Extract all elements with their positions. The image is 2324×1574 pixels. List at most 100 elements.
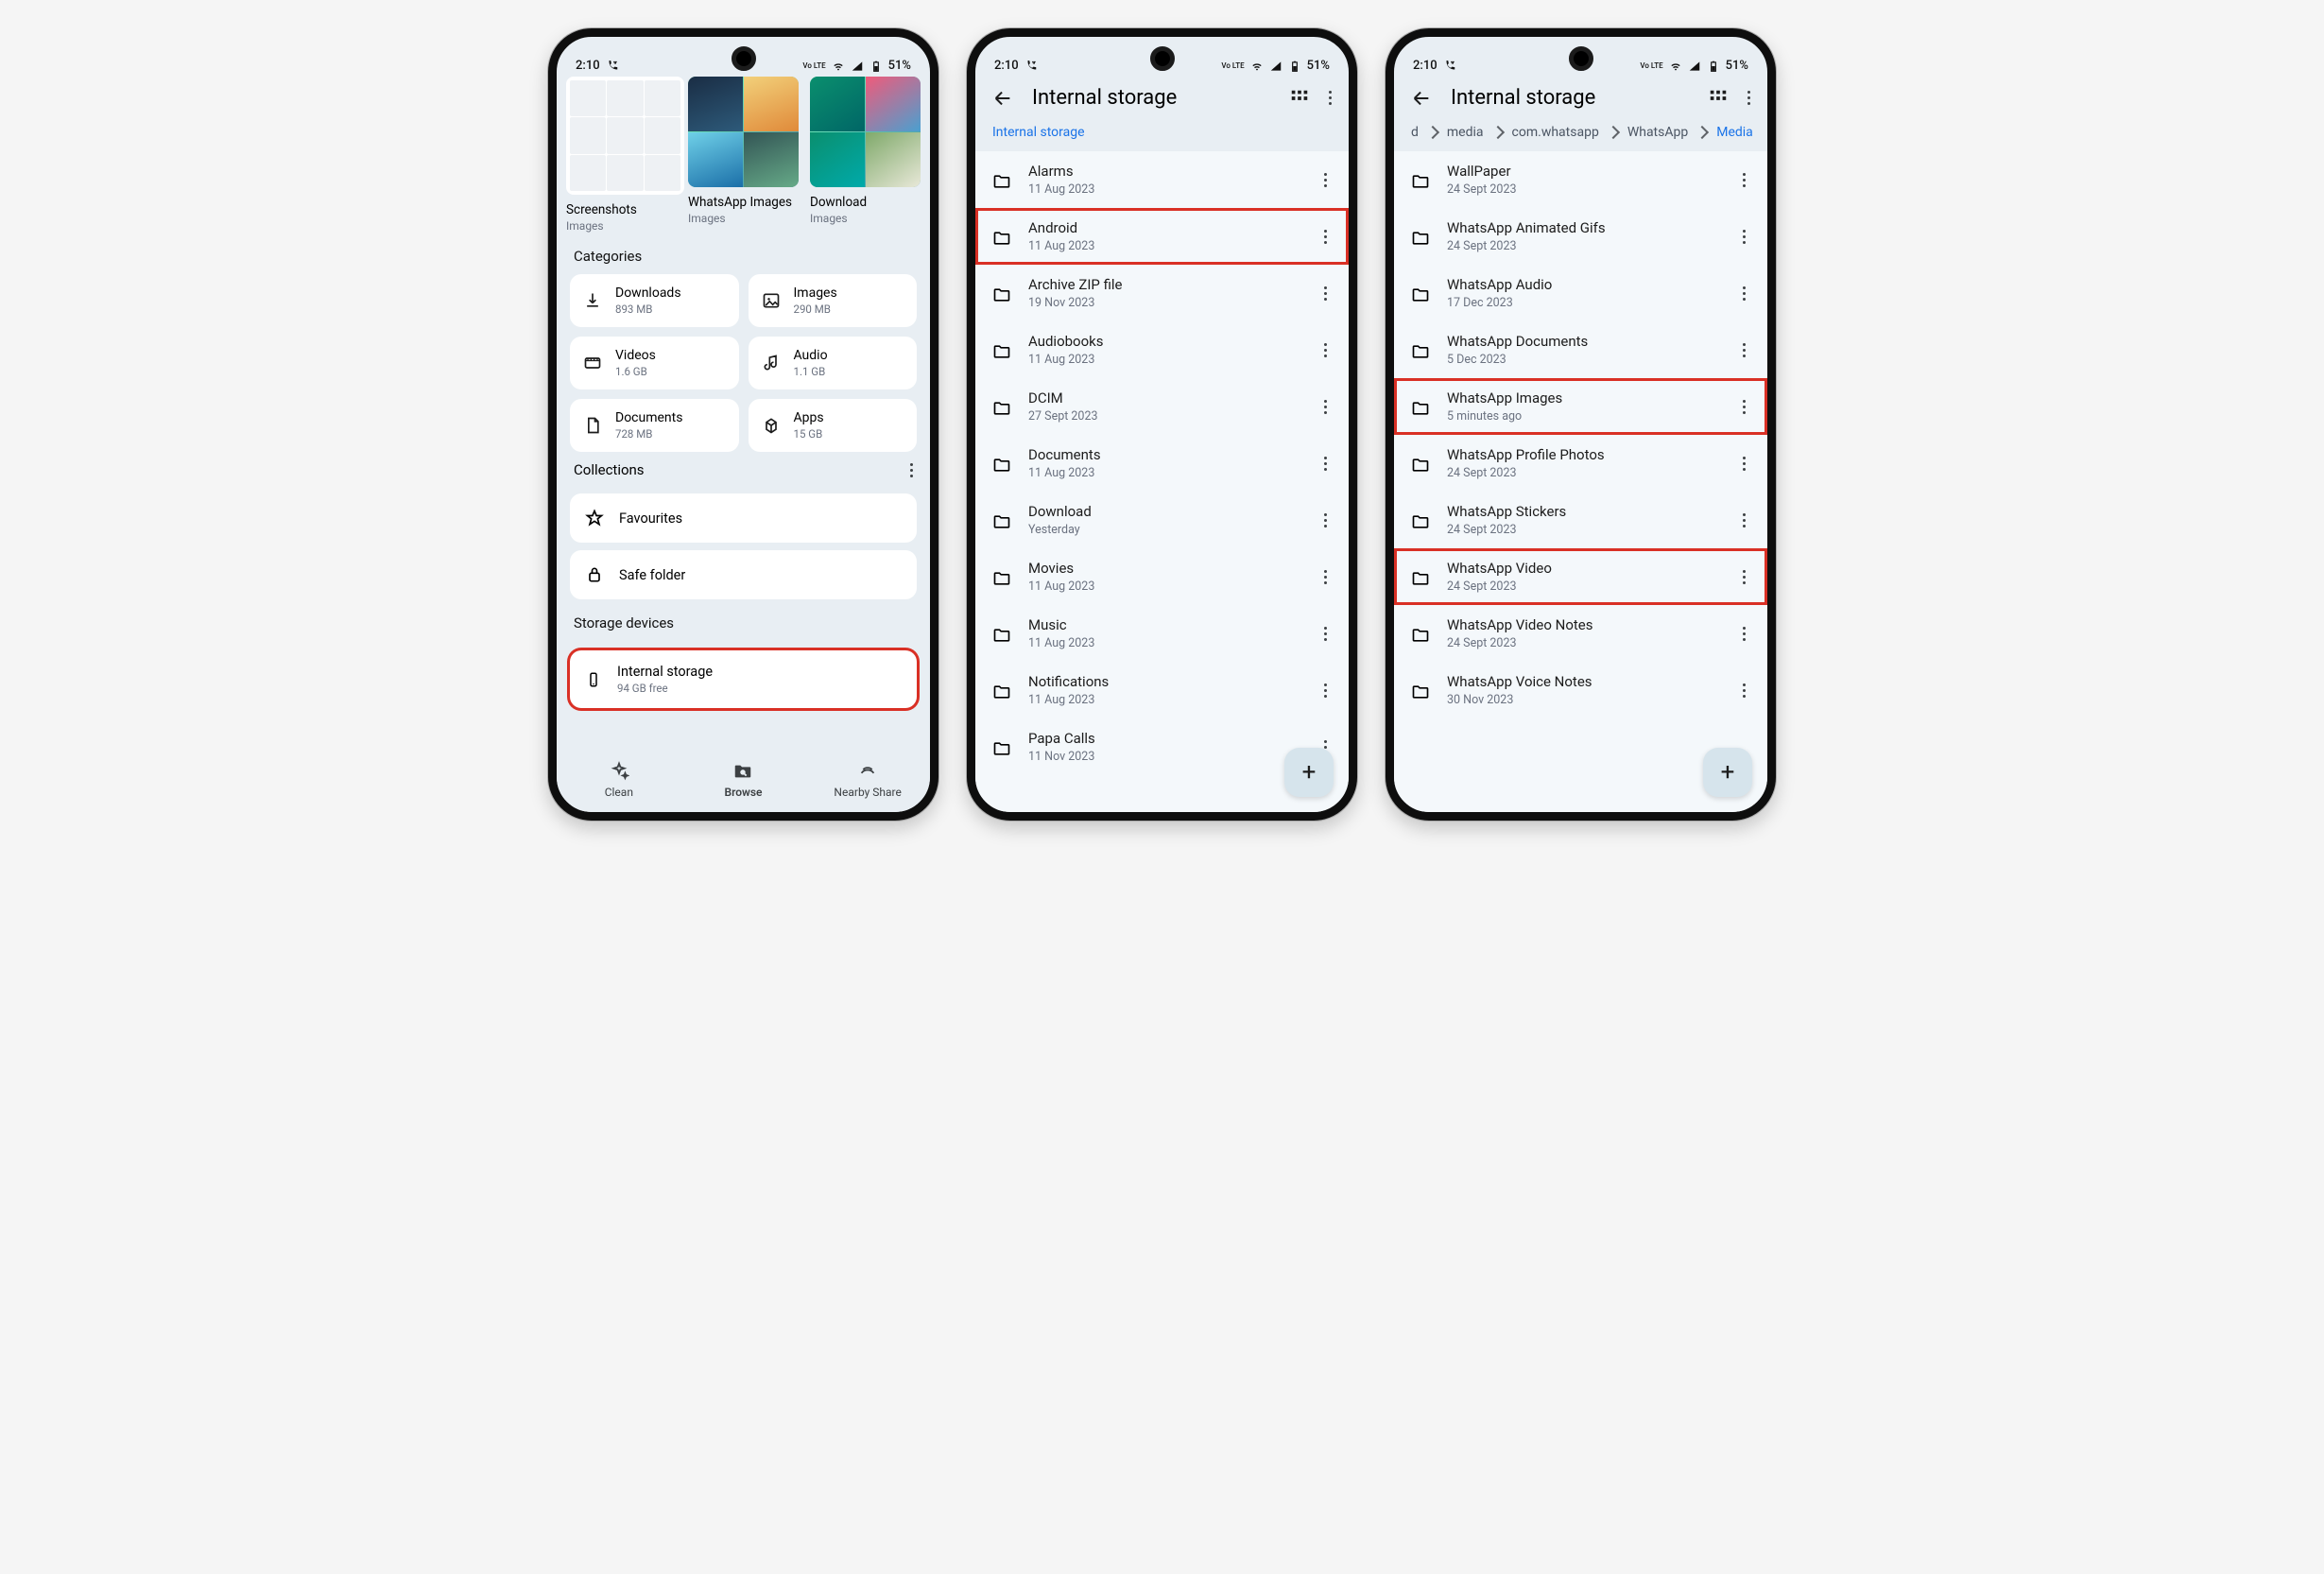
row-more-icon[interactable] xyxy=(1735,457,1752,471)
row-more-icon[interactable] xyxy=(1735,343,1752,357)
battery-pct: 51% xyxy=(888,59,911,73)
row-more-icon[interactable] xyxy=(1317,513,1334,528)
folder-row[interactable]: Download Yesterday xyxy=(975,492,1349,548)
category-apps[interactable]: Apps15 GB xyxy=(749,399,918,452)
breadcrumb-item[interactable]: Media xyxy=(1716,125,1753,140)
row-more-icon[interactable] xyxy=(1317,683,1334,698)
collection-favourites[interactable]: Favourites xyxy=(570,493,917,543)
wifi-icon xyxy=(1669,60,1682,73)
folder-row[interactable]: Music 11 Aug 2023 xyxy=(975,605,1349,662)
folder-row[interactable]: Documents 11 Aug 2023 xyxy=(975,435,1349,492)
folder-row[interactable]: Alarms 11 Aug 2023 xyxy=(975,151,1349,208)
folder-row[interactable]: WhatsApp Stickers 24 Sept 2023 xyxy=(1394,492,1767,548)
folder-row[interactable]: DCIM 27 Sept 2023 xyxy=(975,378,1349,435)
row-more-icon[interactable] xyxy=(1735,173,1752,187)
row-more-icon[interactable] xyxy=(1317,343,1334,357)
folder-row[interactable]: Audiobooks 11 Aug 2023 xyxy=(975,321,1349,378)
folder-meta: 11 Aug 2023 xyxy=(1028,636,1300,650)
row-more-icon[interactable] xyxy=(1735,683,1752,698)
phone-icon xyxy=(585,669,602,690)
folder-icon xyxy=(1411,229,1430,244)
category-audio[interactable]: Audio1.1 GB xyxy=(749,337,918,389)
folder-icon xyxy=(992,172,1011,187)
folder-row[interactable]: WhatsApp Voice Notes 30 Nov 2023 xyxy=(1394,662,1767,718)
image-icon xyxy=(762,291,781,310)
storage-heading: Storage devices xyxy=(557,599,930,641)
row-more-icon[interactable] xyxy=(1735,230,1752,244)
view-grid-button[interactable] xyxy=(1708,88,1729,109)
breadcrumb[interactable]: dmediacom.whatsappWhatsAppMedia xyxy=(1394,119,1767,151)
category-documents[interactable]: Documents728 MB xyxy=(570,399,739,452)
folder-icon xyxy=(992,569,1011,584)
row-more-icon[interactable] xyxy=(1317,400,1334,414)
album-screenshots[interactable]: Screenshots Images xyxy=(566,77,677,233)
folder-row[interactable]: WhatsApp Video Notes 24 Sept 2023 xyxy=(1394,605,1767,662)
category-images[interactable]: Images290 MB xyxy=(749,274,918,327)
folder-name: Papa Calls xyxy=(1028,730,1300,747)
folder-icon xyxy=(1411,512,1430,528)
overflow-menu-icon[interactable] xyxy=(1329,91,1332,105)
folder-row[interactable]: WhatsApp Documents 5 Dec 2023 xyxy=(1394,321,1767,378)
folder-meta: 5 Dec 2023 xyxy=(1447,353,1718,367)
overflow-menu-icon[interactable] xyxy=(1747,91,1750,105)
breadcrumb-item[interactable]: media xyxy=(1447,125,1484,140)
folder-row[interactable]: WhatsApp Animated Gifs 24 Sept 2023 xyxy=(1394,208,1767,265)
folder-icon xyxy=(1411,285,1430,301)
folder-name: Download xyxy=(1028,503,1300,520)
category-downloads[interactable]: Downloads893 MB xyxy=(570,274,739,327)
folder-row[interactable]: WallPaper 24 Sept 2023 xyxy=(1394,151,1767,208)
folder-row[interactable]: Notifications 11 Aug 2023 xyxy=(975,662,1349,718)
clock: 2:10 xyxy=(576,59,600,73)
folder-row[interactable]: WhatsApp Images 5 minutes ago xyxy=(1394,378,1767,435)
nav-clean[interactable]: Clean xyxy=(577,761,662,799)
add-button[interactable]: + xyxy=(1703,748,1752,797)
nav-browse[interactable]: Browse xyxy=(700,761,785,799)
row-more-icon[interactable] xyxy=(1735,513,1752,528)
folder-row[interactable]: Android 11 Aug 2023 xyxy=(975,208,1349,265)
back-button[interactable] xyxy=(1411,88,1432,109)
back-button[interactable] xyxy=(992,88,1013,109)
folder-icon xyxy=(992,739,1011,754)
folder-row[interactable]: WhatsApp Audio 17 Dec 2023 xyxy=(1394,265,1767,321)
folder-name: WhatsApp Audio xyxy=(1447,276,1718,293)
folder-name: Archive ZIP file xyxy=(1028,276,1300,293)
apps-icon xyxy=(762,416,781,435)
folder-name: Alarms xyxy=(1028,163,1300,180)
nav-nearby share[interactable]: Nearby Share xyxy=(825,761,910,799)
breadcrumb-item[interactable]: com.whatsapp xyxy=(1512,125,1599,140)
folder-row[interactable]: Archive ZIP file 19 Nov 2023 xyxy=(975,265,1349,321)
row-more-icon[interactable] xyxy=(1317,173,1334,187)
row-more-icon[interactable] xyxy=(1735,627,1752,641)
view-grid-button[interactable] xyxy=(1289,88,1310,109)
download-icon xyxy=(583,291,602,310)
row-more-icon[interactable] xyxy=(1735,400,1752,414)
recent-albums: Screenshots Images WhatsApp Images Image… xyxy=(557,73,930,233)
collection-safe folder[interactable]: Safe folder xyxy=(570,550,917,599)
collections-more-icon[interactable] xyxy=(910,463,913,477)
star-icon xyxy=(585,509,604,528)
row-more-icon[interactable] xyxy=(1317,230,1334,244)
breadcrumb[interactable]: Internal storage xyxy=(975,119,1349,151)
folder-meta: 24 Sept 2023 xyxy=(1447,239,1718,253)
folder-row[interactable]: Movies 11 Aug 2023 xyxy=(975,548,1349,605)
row-more-icon[interactable] xyxy=(1735,286,1752,301)
folder-row[interactable]: WhatsApp Profile Photos 24 Sept 2023 xyxy=(1394,435,1767,492)
category-videos[interactable]: Videos1.6 GB xyxy=(570,337,739,389)
folder-row[interactable]: WhatsApp Video 24 Sept 2023 xyxy=(1394,548,1767,605)
internal-storage-card[interactable]: Internal storage 94 GB free xyxy=(570,650,917,708)
row-more-icon[interactable] xyxy=(1317,286,1334,301)
row-more-icon[interactable] xyxy=(1317,570,1334,584)
row-more-icon[interactable] xyxy=(1735,570,1752,584)
folder-meta: 11 Aug 2023 xyxy=(1028,239,1300,253)
album-download[interactable]: Download Images xyxy=(810,77,921,233)
row-more-icon[interactable] xyxy=(1317,627,1334,641)
row-more-icon[interactable] xyxy=(1317,457,1334,471)
add-button[interactable]: + xyxy=(1284,748,1334,797)
breadcrumb-item[interactable]: WhatsApp xyxy=(1627,125,1688,140)
album-whatsapp-images[interactable]: WhatsApp Images Images xyxy=(688,77,799,233)
screen-browse: 2:10 Vo LTE 51% Screenshots Images Whats… xyxy=(548,28,938,821)
folder-icon xyxy=(1411,172,1430,187)
folder-meta: Yesterday xyxy=(1028,523,1300,537)
chevron-right-icon xyxy=(1607,126,1620,139)
sparkle-icon xyxy=(609,761,629,782)
